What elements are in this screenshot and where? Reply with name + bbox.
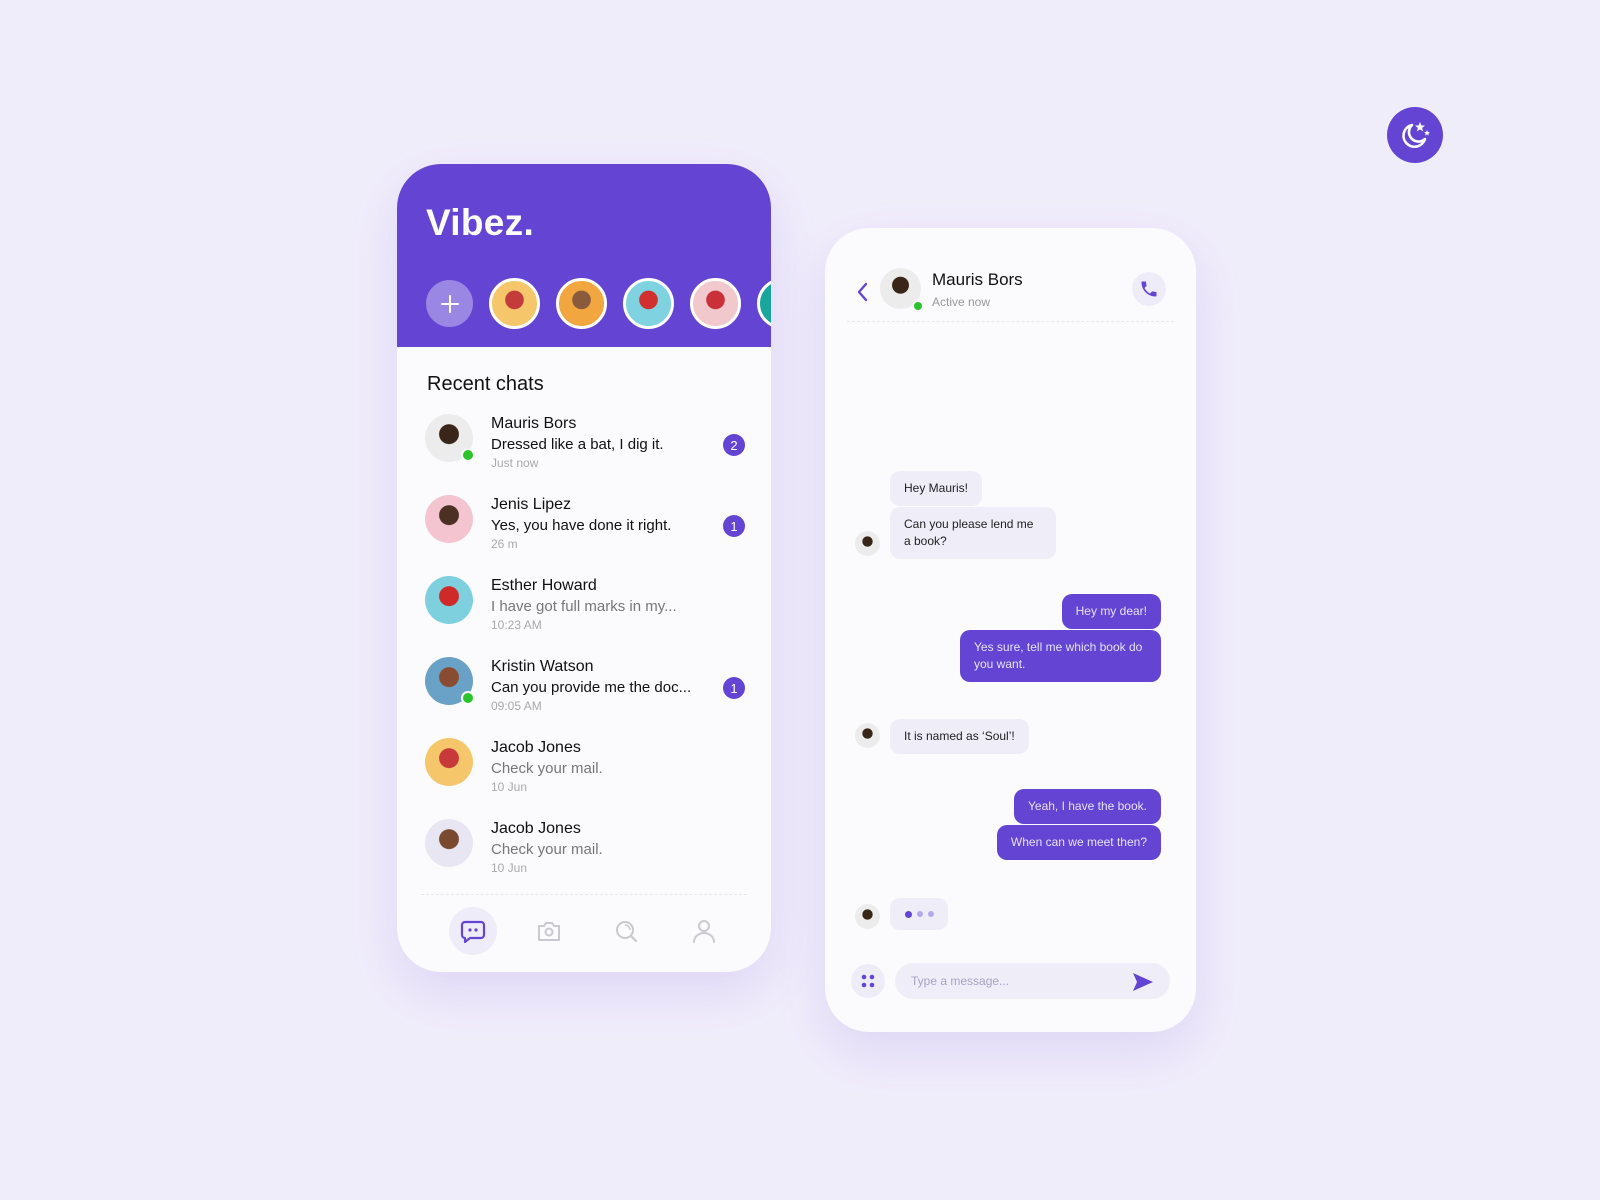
camera-icon <box>538 922 560 941</box>
chat-preview: Can you provide me the doc... <box>491 679 692 696</box>
chat-time: 10 Jun <box>491 780 528 794</box>
chat-list-item[interactable]: Jacob Jones Check your mail. 10 Jun <box>397 811 771 892</box>
stories-row <box>426 278 771 329</box>
nav-camera-button[interactable] <box>525 907 573 955</box>
chat-preview: Dressed like a bat, I dig it. <box>491 436 664 453</box>
chat-preview: Check your mail. <box>491 760 603 777</box>
message-incoming: Can you please lend me a book? <box>890 507 1056 559</box>
chat-list-item[interactable]: Kristin Watson Can you provide me the do… <box>397 649 771 730</box>
bottom-nav <box>397 907 771 957</box>
message-outgoing: Yeah, I have the book. <box>1014 789 1161 824</box>
section-title: Recent chats <box>427 373 544 395</box>
contact-status: Active now <box>932 295 991 309</box>
avatar <box>425 738 473 786</box>
message-input[interactable] <box>895 963 1170 999</box>
chat-preview: Check your mail. <box>491 841 603 858</box>
call-button[interactable] <box>1132 272 1166 306</box>
chat-name: Jenis Lipez <box>491 496 572 513</box>
conversation-header: Mauris Bors Active now <box>825 268 1196 328</box>
chevron-left-icon[interactable] <box>855 280 869 304</box>
chat-list-item[interactable]: Mauris Bors Dressed like a bat, I dig it… <box>397 406 771 487</box>
sender-avatar <box>855 531 880 556</box>
chat-list: Mauris Bors Dressed like a bat, I dig it… <box>397 406 771 892</box>
phone-icon <box>1141 281 1157 297</box>
grid-dots-icon <box>861 974 875 988</box>
avatar <box>425 819 473 867</box>
story-avatar[interactable] <box>690 278 741 329</box>
avatar <box>425 657 475 705</box>
typing-dot <box>917 911 923 917</box>
chat-bubble-icon <box>460 920 486 944</box>
story-avatar[interactable] <box>556 278 607 329</box>
header-divider <box>847 321 1174 322</box>
chat-time: 26 m <box>491 537 518 551</box>
add-story-button[interactable] <box>426 280 473 327</box>
story-avatar[interactable] <box>489 278 540 329</box>
contact-avatar[interactable] <box>880 268 924 312</box>
chat-preview: I have got full marks in my... <box>491 598 677 615</box>
message-incoming: It is named as ‘Soul’! <box>890 719 1029 754</box>
chat-name: Jacob Jones <box>491 739 581 756</box>
nav-profile-button[interactable] <box>680 907 728 955</box>
chat-name: Mauris Bors <box>491 415 577 432</box>
search-icon <box>616 921 638 943</box>
app-header: Vibez. <box>397 164 771 347</box>
moon-stars-icon <box>1402 122 1430 148</box>
chat-time: 10 Jun <box>491 861 528 875</box>
send-icon[interactable] <box>1132 972 1154 992</box>
sender-avatar <box>855 723 880 748</box>
chat-list-screen: Vibez. Recent chats Mauris Bors Dressed … <box>397 164 771 972</box>
chat-name: Kristin Watson <box>491 658 594 675</box>
nav-search-button[interactable] <box>602 907 650 955</box>
avatar <box>425 576 473 624</box>
nav-divider <box>421 894 747 895</box>
chat-list-item[interactable]: Jenis Lipez Yes, you have done it right.… <box>397 487 771 568</box>
message-outgoing: Yes sure, tell me which book do you want… <box>960 630 1161 682</box>
app-title: Vibez. <box>426 202 535 243</box>
story-avatar[interactable] <box>623 278 674 329</box>
apps-button[interactable] <box>851 964 885 998</box>
avatar <box>425 495 473 543</box>
typing-indicator <box>890 898 948 930</box>
plus-icon <box>440 294 459 313</box>
avatar <box>425 414 475 462</box>
message-outgoing: Hey my dear! <box>1061 594 1161 629</box>
typing-dot <box>928 911 934 917</box>
unread-badge: 2 <box>723 434 745 456</box>
conversation-screen: Mauris Bors Active now Hey Mauris! Can y… <box>825 228 1196 1032</box>
message-incoming: Hey Mauris! <box>890 471 983 506</box>
chat-preview: Yes, you have done it right. <box>491 517 672 534</box>
chat-list-item[interactable]: Esther Howard I have got full marks in m… <box>397 568 771 649</box>
chat-list-item[interactable]: Jacob Jones Check your mail. 10 Jun <box>397 730 771 811</box>
chat-name: Jacob Jones <box>491 820 581 837</box>
typing-dot <box>905 910 912 918</box>
theme-toggle-button[interactable] <box>1387 107 1443 163</box>
online-indicator <box>461 691 475 705</box>
unread-badge: 1 <box>723 677 745 699</box>
unread-badge: 1 <box>723 515 745 537</box>
user-icon <box>693 920 715 943</box>
chat-time: 10:23 AM <box>491 618 542 632</box>
message-outgoing: When can we meet then? <box>996 825 1161 860</box>
online-indicator <box>912 300 924 312</box>
sender-avatar <box>855 904 880 929</box>
contact-name: Mauris Bors <box>932 270 1023 289</box>
online-indicator <box>461 448 475 462</box>
nav-chats-button[interactable] <box>449 907 497 955</box>
chat-time: 09:05 AM <box>491 699 542 713</box>
chat-name: Esther Howard <box>491 577 597 594</box>
story-avatar[interactable] <box>757 278 771 329</box>
chat-time: Just now <box>491 456 539 470</box>
